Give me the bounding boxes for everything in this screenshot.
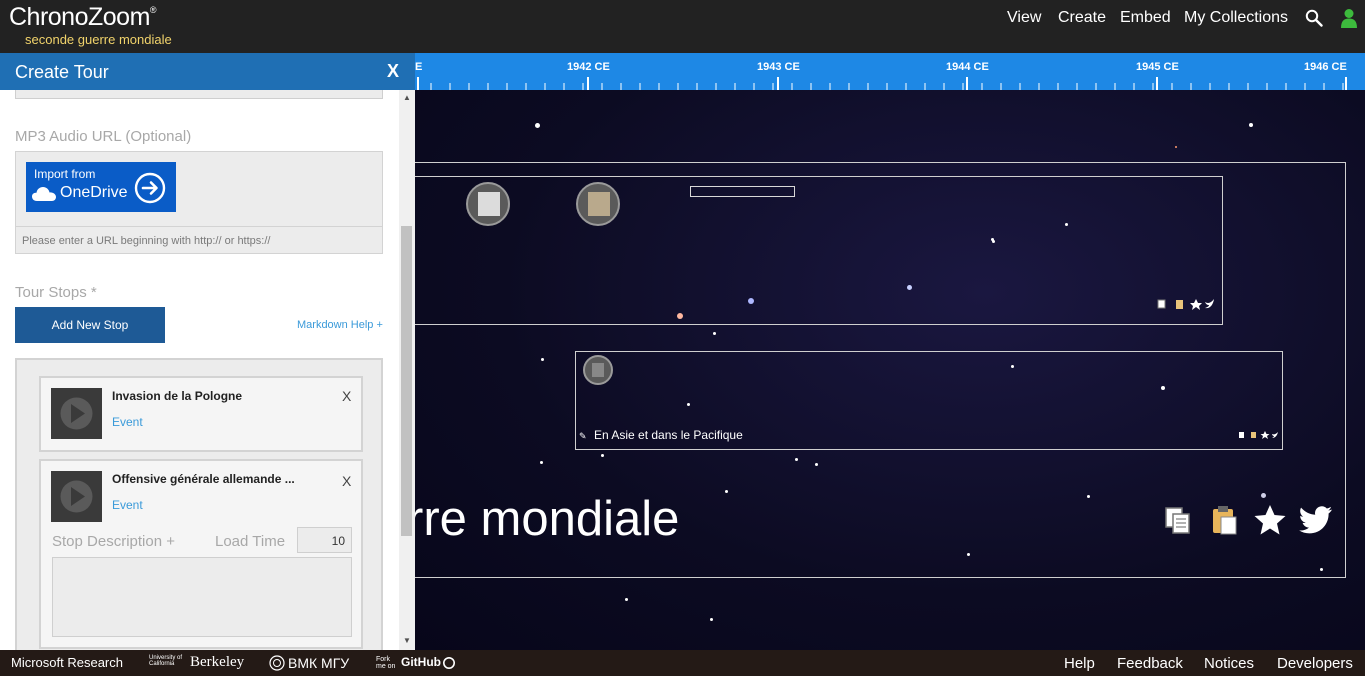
scroll-up-icon[interactable]: ▲ <box>403 93 411 102</box>
collection-subtitle: seconde guerre mondiale <box>25 32 172 47</box>
onedrive-import-label: Import from <box>34 167 96 181</box>
tick-label: 1946 CE <box>1304 61 1347 73</box>
timeline-frame-europe[interactable] <box>415 176 1223 325</box>
tick-label: 1942 CE <box>567 61 610 73</box>
footer-help-link[interactable]: Help <box>1064 655 1095 672</box>
tick-label: 1943 CE <box>757 61 800 73</box>
stop-play-thumbnail[interactable] <box>51 388 102 439</box>
tick-label: E <box>415 61 423 73</box>
play-icon <box>60 480 93 513</box>
timeline-canvas[interactable]: E 1942 CE 1943 CE 1944 CE 1945 CE 1946 C… <box>415 53 1365 650</box>
mp3-url-label: MP3 Audio URL (Optional) <box>15 128 192 145</box>
onedrive-name: OneDrive <box>60 184 128 201</box>
add-new-stop-button[interactable]: Add New Stop <box>15 307 165 343</box>
footer-feedback-link[interactable]: Feedback <box>1117 655 1183 672</box>
logo-registered-mark: ® <box>149 5 157 15</box>
panel-title-bar: Create Tour X <box>0 53 415 90</box>
timeline-title-box[interactable] <box>690 186 795 197</box>
scrollbar-thumb[interactable] <box>401 226 412 536</box>
create-tour-panel: Create Tour X MP3 Audio URL (Optional) I… <box>0 53 415 650</box>
timeline-ruler[interactable]: E 1942 CE 1943 CE 1944 CE 1945 CE 1946 C… <box>415 53 1365 90</box>
copy-icon[interactable] <box>1163 505 1193 535</box>
stop-play-thumbnail[interactable] <box>51 471 102 522</box>
exhibit-thumbnail[interactable] <box>466 182 510 226</box>
nav-view[interactable]: View <box>1007 9 1041 27</box>
markdown-help-link[interactable]: Markdown Help + <box>297 319 383 331</box>
scroll-down-icon[interactable]: ▼ <box>403 636 411 645</box>
chronozoom-logo[interactable]: ChronoZoom® <box>9 3 157 32</box>
logo-text: ChronoZoom <box>9 3 150 31</box>
exhibit-thumbnail[interactable] <box>576 182 620 226</box>
load-time-value: 10 <box>331 534 345 548</box>
tour-stop-card[interactable]: Invasion de la Pologne Event X <box>39 376 363 452</box>
vmk-msu-link[interactable]: ВМК МГУ <box>288 655 349 671</box>
timeline-label-asia[interactable]: En Asie et dans le Pacifique <box>594 428 743 442</box>
tour-description-field[interactable] <box>15 90 383 99</box>
search-icon[interactable] <box>1305 9 1323 27</box>
mp3-url-input[interactable]: Please enter a URL beginning with http:/… <box>15 227 383 254</box>
panel-title: Create Tour <box>15 62 109 82</box>
panel-close-button[interactable]: X <box>387 61 399 82</box>
load-time-input[interactable]: 10 <box>297 527 352 553</box>
timeline-big-title[interactable]: rre mondiale <box>415 491 679 547</box>
nav-create[interactable]: Create <box>1058 9 1106 27</box>
footer: Microsoft Research University of Califor… <box>0 650 1365 676</box>
favorite-star-icon[interactable] <box>1253 504 1287 536</box>
berkeley-university-label[interactable]: University of California <box>149 655 189 667</box>
tour-stops-label: Tour Stops * <box>15 284 97 301</box>
cloud-icon <box>32 187 56 201</box>
twitter-icon[interactable] <box>1299 506 1333 534</box>
stop-title: Offensive générale allemande ... <box>112 472 295 486</box>
stop-remove-button[interactable]: X <box>342 388 351 404</box>
stop-title: Invasion de la Pologne <box>112 389 243 403</box>
footer-notices-link[interactable]: Notices <box>1204 655 1254 672</box>
top-header: ChronoZoom® seconde guerre mondiale View… <box>0 0 1365 53</box>
github-octocat-icon <box>443 657 455 669</box>
onedrive-import-button[interactable]: Import from OneDrive <box>26 162 176 212</box>
paste-icon[interactable] <box>1210 504 1238 536</box>
footer-developers-link[interactable]: Developers <box>1277 655 1353 672</box>
stop-description-label: Stop Description + <box>52 533 175 550</box>
tick-label: 1944 CE <box>946 61 989 73</box>
share-tools-small[interactable] <box>1238 430 1280 440</box>
vmk-logo-icon <box>269 655 285 671</box>
play-icon <box>60 397 93 430</box>
stop-type: Event <box>112 498 143 512</box>
nav-my-collections[interactable]: My Collections <box>1184 9 1288 27</box>
stop-remove-button[interactable]: X <box>342 473 351 489</box>
stop-description-textarea[interactable] <box>52 557 352 637</box>
share-tools[interactable] <box>1156 297 1216 311</box>
tour-stop-card[interactable]: Offensive générale allemande ... Event X… <box>39 459 363 649</box>
edit-pencil-icon[interactable]: ✎ <box>579 431 587 442</box>
stop-type: Event <box>112 415 143 429</box>
arrow-right-circle-icon <box>134 172 166 204</box>
fork-me-label[interactable]: Fork me on <box>376 656 400 670</box>
microsoft-research-link[interactable]: Microsoft Research <box>11 655 123 670</box>
panel-scrollbar[interactable]: ▲ ▼ <box>399 90 415 650</box>
load-time-label: Load Time <box>215 533 286 550</box>
tick-label: 1945 CE <box>1136 61 1179 73</box>
tour-stops-list: Invasion de la Pologne Event X Offensive… <box>15 358 383 650</box>
github-link[interactable]: GitHub <box>401 655 441 669</box>
nav-embed[interactable]: Embed <box>1120 9 1171 27</box>
user-icon[interactable] <box>1340 8 1358 28</box>
berkeley-link[interactable]: Berkeley <box>190 654 244 671</box>
ruler-ticks <box>417 77 1347 90</box>
exhibit-thumbnail[interactable] <box>583 355 613 385</box>
